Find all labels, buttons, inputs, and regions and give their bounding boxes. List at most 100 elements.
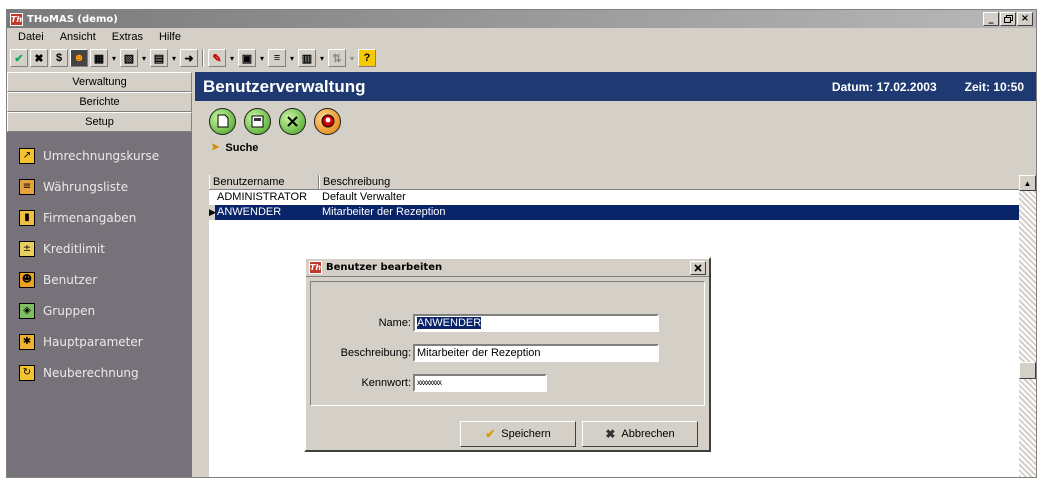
sidebar-tab-verwaltung[interactable]: Verwaltung (7, 72, 192, 92)
menu-bar: Datei Ansicht Extras Hilfe (7, 28, 1036, 46)
app-window: Th THoMAS (demo) _ × Datei Ansicht Extra… (6, 9, 1037, 478)
new-user-button[interactable] (209, 107, 236, 135)
menu-extras[interactable]: Extras (104, 31, 151, 43)
menu-ansicht[interactable]: Ansicht (52, 31, 104, 43)
close-icon (694, 264, 702, 272)
chart-icon[interactable]: ≡ (268, 49, 286, 67)
table-header: Benutzername Beschreibung (209, 175, 1036, 190)
table-row[interactable]: ADMINISTRATOR Default Verwalter (209, 190, 1036, 205)
scroll-up-icon[interactable]: ▲ (1019, 175, 1036, 191)
user-icon: ☻ (19, 271, 35, 288)
cell-username: ANWENDER (217, 206, 282, 218)
table-row[interactable]: ▶ ANWENDER Mitarbeiter der Rezeption (209, 205, 1036, 220)
sidebar: Verwaltung Berichte Setup ↗ Umrechnungsk… (7, 72, 192, 477)
name-value: ANWENDER (417, 317, 482, 329)
help-icon[interactable]: ? (358, 49, 376, 67)
chevron-right-icon: ➤ (211, 142, 220, 153)
printer-icon[interactable]: ▤ (150, 49, 168, 67)
scroll-thumb[interactable] (1019, 362, 1036, 379)
check-icon: ✔ (485, 427, 496, 441)
building-icon: ▮ (19, 209, 35, 226)
grid-icon[interactable]: ▥ (298, 49, 316, 67)
toolbar: ✔ ✖ $ ☻ ▦ ▾ ▧ ▾ ▤ ▾ ➜ ✎ ▾ ▣ ▾ ≡ ▾ ▥ ▾ ⇅ … (7, 47, 1036, 69)
user-icon[interactable]: ☻ (70, 49, 88, 67)
user-details-button[interactable] (314, 107, 341, 135)
close-button[interactable]: × (1017, 12, 1033, 26)
edit-icon[interactable]: ✎ (208, 49, 226, 67)
delete-icon (287, 115, 298, 127)
chevron-down-icon[interactable]: ▾ (228, 54, 236, 63)
cross-icon[interactable]: ✖ (30, 49, 48, 67)
chevron-down-icon[interactable]: ▾ (110, 54, 118, 63)
chevron-down-icon[interactable]: ▾ (140, 54, 148, 63)
dialog-title-bar: Th Benutzer bearbeiten (306, 259, 709, 277)
settings-icon: ✱ (19, 333, 35, 350)
chevron-down-icon[interactable]: ▾ (170, 54, 178, 63)
sidebar-item-label: Benutzer (43, 272, 98, 287)
sort-icon[interactable]: ⇅ (328, 49, 346, 67)
sidebar-item-firmenangaben[interactable]: ▮ Firmenangaben (7, 202, 192, 233)
sidebar-item-label: Kreditlimit (43, 241, 105, 256)
cancel-label: Abbrechen (621, 428, 675, 440)
minimize-button[interactable]: _ (983, 12, 999, 26)
dialog-close-button[interactable] (690, 261, 706, 275)
delete-user-button[interactable] (279, 107, 306, 135)
column-header-username[interactable]: Benutzername (209, 175, 319, 189)
dollar-icon[interactable]: $ (50, 49, 68, 67)
table-icon[interactable]: ▦ (90, 49, 108, 67)
description-label: Beschreibung: (340, 347, 411, 359)
column-header-description[interactable]: Beschreibung (319, 175, 1036, 189)
money-icon: ≡ (19, 178, 35, 195)
sidebar-tab-setup[interactable]: Setup (7, 112, 192, 132)
dialog-title: Benutzer bearbeiten (326, 262, 443, 273)
time-label: Zeit: 10:50 (964, 80, 1024, 94)
screen-icon[interactable]: ▣ (238, 49, 256, 67)
toolbar-divider (202, 49, 204, 67)
vertical-scrollbar[interactable]: ▲ (1019, 175, 1036, 477)
chevron-down-icon[interactable]: ▾ (348, 54, 356, 63)
sidebar-item-neuberechnung[interactable]: ↻ Neuberechnung (7, 357, 192, 388)
title-bar: Th THoMAS (demo) _ × (7, 10, 1036, 28)
chevron-down-icon[interactable]: ▾ (288, 54, 296, 63)
sidebar-item-benutzer[interactable]: ☻ Benutzer (7, 264, 192, 295)
chevron-down-icon[interactable]: ▾ (318, 54, 326, 63)
page-title: Benutzerverwaltung (203, 76, 366, 96)
sidebar-tab-berichte[interactable]: Berichte (7, 92, 192, 112)
check-icon[interactable]: ✔ (10, 49, 28, 67)
date-label: Datum: 17.02.2003 (831, 80, 937, 94)
search-toggle[interactable]: ➤ Suche (195, 141, 1036, 154)
cancel-button[interactable]: ✖ Abbrechen (582, 421, 698, 447)
sidebar-item-gruppen[interactable]: ◈ Gruppen (7, 295, 192, 326)
cell-description: Default Verwalter (322, 191, 406, 203)
sidebar-item-waehrungsliste[interactable]: ≡ Währungsliste (7, 171, 192, 202)
sidebar-item-kreditlimit[interactable]: ± Kreditlimit (7, 233, 192, 264)
chevron-down-icon[interactable]: ▾ (258, 54, 266, 63)
chart-icon: ↗ (19, 147, 35, 164)
window-title: THoMAS (demo) (27, 13, 118, 25)
sidebar-item-label: Gruppen (43, 303, 96, 318)
user-icon (321, 114, 334, 128)
password-field[interactable]: xxxxxxxx (413, 374, 547, 392)
password-label: Kennwort: (361, 377, 411, 389)
image-icon[interactable]: ▧ (120, 49, 138, 67)
limit-icon: ± (19, 240, 35, 257)
sidebar-item-label: Hauptparameter (43, 334, 143, 349)
sidebar-item-label: Firmenangaben (43, 210, 137, 225)
restore-button[interactable] (1000, 12, 1016, 26)
edit-user-button[interactable] (244, 107, 271, 135)
restore-icon (1003, 15, 1013, 23)
sidebar-item-hauptparameter[interactable]: ✱ Hauptparameter (7, 326, 192, 357)
export-icon[interactable]: ➜ (180, 49, 198, 67)
name-field[interactable]: ANWENDER (413, 314, 659, 332)
menu-datei[interactable]: Datei (10, 31, 52, 43)
new-document-icon (217, 114, 228, 128)
menu-hilfe[interactable]: Hilfe (151, 31, 189, 43)
save-label: Speichern (501, 428, 551, 440)
save-button[interactable]: ✔ Speichern (460, 421, 576, 447)
cell-description: Mitarbeiter der Rezeption (322, 206, 446, 218)
description-field[interactable]: Mitarbeiter der Rezeption (413, 344, 659, 362)
sidebar-item-umrechnungskurse[interactable]: ↗ Umrechnungskurse (7, 140, 192, 171)
thomas-logo-icon: Th (309, 261, 322, 274)
page-header: Benutzerverwaltung Datum: 17.02.2003 Zei… (195, 72, 1036, 101)
name-label: Name: (378, 317, 411, 329)
